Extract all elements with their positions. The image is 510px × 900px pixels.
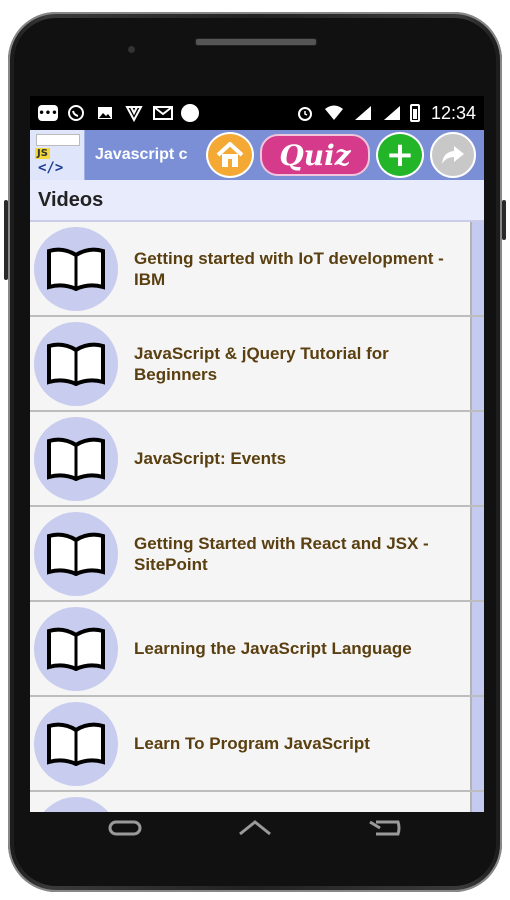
shield-icon xyxy=(123,103,145,123)
list-item[interactable]: Learning the JavaScript Language xyxy=(30,602,484,697)
screen: ••• 12:34 JS </> Javascript c Quiz + Vid… xyxy=(30,96,484,812)
power-button xyxy=(502,200,506,240)
app-title: Javascript c xyxy=(95,146,188,163)
home-button[interactable] xyxy=(206,132,254,178)
list-item-label: JavaScript & jQuery Tutorial for Beginne… xyxy=(134,343,389,384)
back-icon[interactable] xyxy=(366,818,404,843)
signal-icon xyxy=(352,103,374,123)
book-icon xyxy=(34,606,118,691)
list-item-label: Getting started with IoT development - I… xyxy=(134,248,444,289)
status-notifications: ••• xyxy=(38,103,199,123)
add-button[interactable]: + xyxy=(376,132,424,178)
list-item[interactable]: JavaScript: Events xyxy=(30,412,484,507)
list-item[interactable]: Getting Started with React and JSX - Sit… xyxy=(30,507,484,602)
speaker-grille xyxy=(195,38,317,46)
image-icon xyxy=(94,103,116,123)
list-item[interactable]: Getting started with IoT development - I… xyxy=(30,222,484,317)
volume-button xyxy=(4,200,8,280)
recent-apps-icon[interactable] xyxy=(106,818,144,843)
book-icon xyxy=(34,321,118,406)
battery-icon xyxy=(409,104,420,122)
book-icon xyxy=(34,416,118,501)
alarm-icon xyxy=(294,103,316,123)
home-nav-icon[interactable] xyxy=(236,818,274,843)
book-icon xyxy=(34,511,118,596)
book-icon xyxy=(34,226,118,311)
book-icon xyxy=(34,796,118,812)
share-button[interactable] xyxy=(430,132,476,178)
list-item-label: Learn To Program JavaScript xyxy=(134,734,370,753)
list-item-label: Getting Started with React and JSX - Sit… xyxy=(134,533,429,574)
quiz-button[interactable]: Quiz xyxy=(260,134,370,176)
list-item[interactable]: Learn To Program JavaScript xyxy=(30,697,484,792)
wifi-icon xyxy=(323,103,345,123)
front-camera xyxy=(128,46,135,53)
section-title: Videos xyxy=(30,180,484,222)
gmail-icon xyxy=(152,103,174,123)
book-icon xyxy=(34,701,118,786)
message-icon: ••• xyxy=(38,105,58,121)
app-logo: JS </> xyxy=(30,130,85,180)
home-icon xyxy=(216,142,244,167)
share-icon xyxy=(442,146,464,164)
whatsapp-icon xyxy=(65,103,87,123)
nav-bar xyxy=(0,818,510,843)
list-item-label: JavaScript: Events xyxy=(134,449,287,468)
signal-icon xyxy=(381,103,403,123)
plus-icon: + xyxy=(385,135,415,175)
list-item[interactable] xyxy=(30,792,484,812)
video-list[interactable]: Getting started with IoT development - I… xyxy=(30,222,484,812)
status-system: 12:34 xyxy=(294,103,476,124)
status-bar: ••• 12:34 xyxy=(30,96,484,130)
circle-icon xyxy=(181,104,199,122)
list-item[interactable]: JavaScript & jQuery Tutorial for Beginne… xyxy=(30,317,484,412)
clock: 12:34 xyxy=(430,102,476,123)
list-item-label: Learning the JavaScript Language xyxy=(134,639,412,658)
app-bar: JS </> Javascript c Quiz + xyxy=(30,130,484,180)
